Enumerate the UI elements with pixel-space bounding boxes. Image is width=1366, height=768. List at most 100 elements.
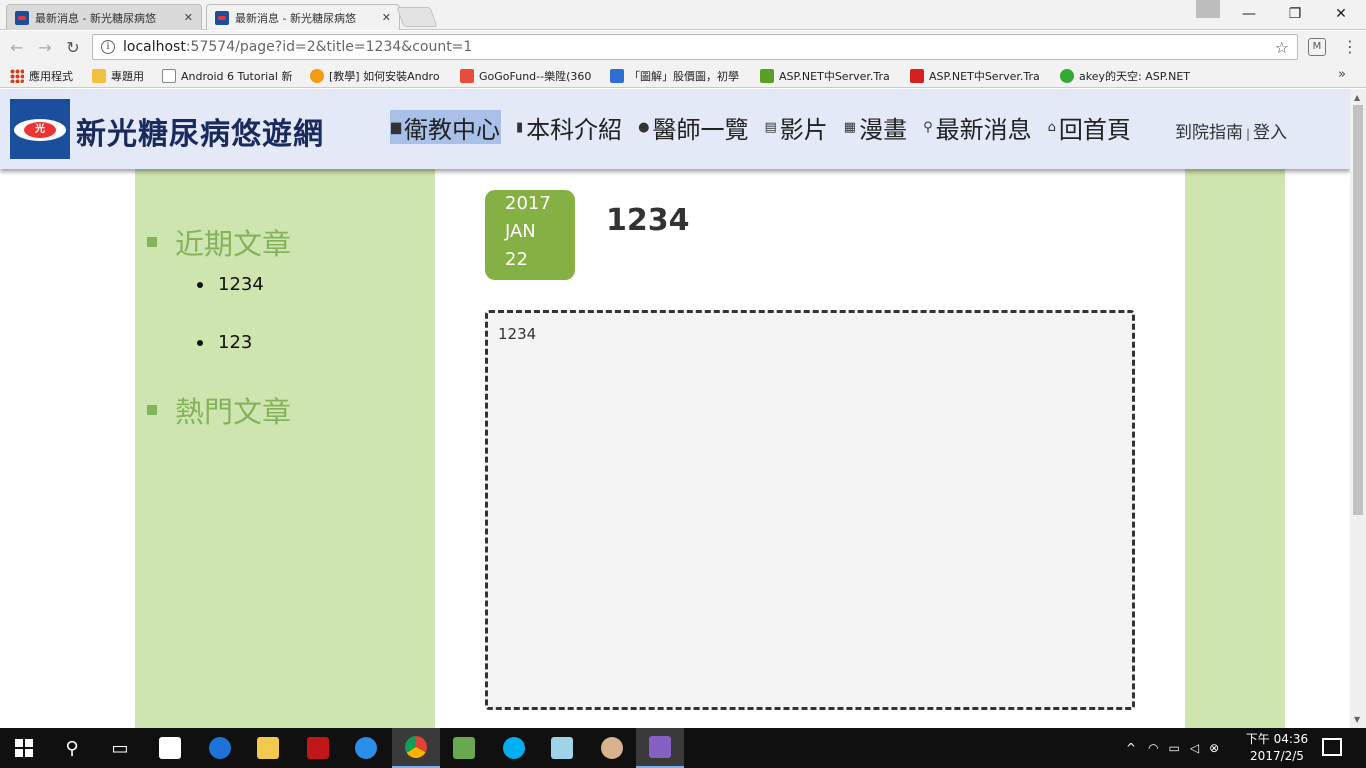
bookmark-icon: ▮: [516, 119, 524, 135]
bookmark-folder[interactable]: 專題用: [92, 67, 154, 85]
search-taskbar-button[interactable]: ⚲: [48, 728, 96, 768]
new-tab-button[interactable]: [396, 7, 438, 27]
ime-icon[interactable]: ⊗: [1209, 741, 1219, 755]
task-view-button[interactable]: ▭: [96, 728, 144, 768]
notification-icon[interactable]: [1322, 738, 1342, 756]
bookmark-item[interactable]: [教學] 如何安裝Andro: [310, 67, 450, 85]
taskbar-store[interactable]: [146, 728, 194, 768]
extension-icon[interactable]: M: [1308, 38, 1326, 56]
bookmark-star-icon[interactable]: ☆: [1275, 38, 1289, 57]
site-title[interactable]: 新光糖尿病悠遊網: [76, 109, 324, 153]
bookmark-item[interactable]: Android 6 Tutorial 新: [162, 67, 298, 85]
info-icon[interactable]: i: [101, 40, 115, 54]
wifi-icon[interactable]: ◠: [1148, 741, 1158, 755]
scroll-up-icon[interactable]: ▲: [1354, 93, 1360, 102]
tab-close-icon[interactable]: ✕: [382, 11, 391, 24]
film-icon: ▤: [764, 119, 777, 135]
minimize-button[interactable]: —: [1226, 0, 1272, 28]
page-viewport: 近期文章 1234 123 熱門文章 2017 JAN 22 1234 1234…: [0, 89, 1350, 728]
tab-close-icon[interactable]: ✕: [184, 11, 193, 24]
site-icon: [910, 69, 924, 83]
more-bookmarks-icon[interactable]: »: [1338, 67, 1346, 82]
taskbar-explorer[interactable]: [244, 728, 292, 768]
taskbar-visual-studio[interactable]: [636, 728, 684, 768]
article-title: 1234: [606, 203, 690, 238]
nav-label: 醫師一覽: [652, 115, 749, 144]
nav-comics[interactable]: ▦ 漫畫: [843, 110, 908, 144]
taskbar-app-2[interactable]: [538, 728, 586, 768]
system-tray: ^ ◠ ▭ ◁ ⊗: [1126, 728, 1219, 768]
site-favicon-icon: [15, 10, 29, 25]
profile-icon[interactable]: [1196, 0, 1220, 18]
site-favicon-icon: [215, 10, 229, 25]
app-icon: [307, 737, 329, 759]
hospital-logo-icon[interactable]: 光: [10, 99, 70, 159]
store-icon: [159, 737, 181, 759]
app-icon: [551, 737, 573, 759]
book-icon: ▆: [391, 119, 401, 135]
bookmarks-bar: 應用程式 專題用 Android 6 Tutorial 新 [教學] 如何安裝A…: [0, 63, 1366, 88]
popular-posts-heading: 熱門文章: [147, 389, 291, 431]
nav-label: 衛教中心: [404, 115, 500, 144]
battery-icon[interactable]: ▭: [1169, 741, 1180, 755]
taskbar-app[interactable]: [294, 728, 342, 768]
apps-grid-icon: [10, 69, 24, 83]
url-path: :57574/page?id=2&title=1234&count=1: [185, 39, 473, 55]
user-icon: ●: [638, 119, 650, 135]
forward-arrow-icon[interactable]: →: [34, 36, 56, 58]
reload-icon[interactable]: ↻: [62, 36, 84, 58]
browser-tab-1[interactable]: 最新消息 - 新光糖尿病悠 ✕: [6, 4, 202, 30]
chevron-up-icon[interactable]: ^: [1126, 741, 1136, 755]
bookmark-label: Android 6 Tutorial 新: [181, 70, 293, 83]
nav-home[interactable]: ⌂ 回首頁: [1047, 110, 1132, 144]
nav-department-intro[interactable]: ▮ 本科介紹: [515, 110, 623, 144]
taskbar-paint[interactable]: [588, 728, 636, 768]
address-bar[interactable]: i localhost:57574/page?id=2&title=1234&c…: [92, 34, 1298, 60]
close-window-button[interactable]: ✕: [1318, 0, 1364, 28]
taskbar-skype[interactable]: [490, 728, 538, 768]
bookmark-item[interactable]: GoGoFund--樂陞(360: [460, 67, 600, 85]
clock-date: 2017/2/5: [1250, 749, 1304, 763]
recent-post-link[interactable]: 1234: [197, 274, 264, 295]
recent-post-link[interactable]: 123: [197, 332, 252, 353]
page-scrollbar[interactable]: ▲ ▼: [1350, 89, 1366, 728]
task-view-icon: ▭: [111, 737, 129, 759]
nav-doctors[interactable]: ● 醫師一覽: [637, 110, 749, 144]
bookmark-item[interactable]: 「圖解」股價圖，初學: [610, 67, 750, 85]
browser-tabstrip: 最新消息 - 新光糖尿病悠 ✕ 最新消息 - 新光糖尿病悠 ✕ — ❐ ✕: [0, 0, 1366, 30]
taskbar-chart-app[interactable]: [440, 728, 488, 768]
browser-tab-title: 最新消息 - 新光糖尿病悠: [235, 11, 356, 25]
taskbar-clock[interactable]: 下午 04:36 2017/2/5: [1242, 731, 1312, 765]
page-icon: [162, 69, 176, 83]
scrollbar-thumb[interactable]: [1353, 105, 1363, 515]
nav-videos[interactable]: ▤ 影片: [764, 110, 829, 144]
utility-links: 到院指南 | 登入: [1175, 118, 1287, 143]
volume-icon[interactable]: ◁: [1190, 741, 1199, 755]
back-arrow-icon[interactable]: ←: [6, 36, 28, 58]
login-link[interactable]: 登入: [1253, 123, 1287, 143]
nav-news[interactable]: ⚲ 最新消息: [922, 110, 1033, 144]
bookmark-apps[interactable]: 應用程式: [10, 67, 86, 85]
chart-app-icon: [453, 737, 475, 759]
date-badge: 2017 JAN 22: [485, 190, 575, 280]
skype-icon: [503, 737, 525, 759]
nav-health-education[interactable]: ▆ 衛教中心: [390, 110, 501, 144]
taskbar-ie[interactable]: [342, 728, 390, 768]
sidebar: 近期文章 1234 123 熱門文章: [135, 169, 435, 728]
scroll-down-icon[interactable]: ▼: [1354, 715, 1360, 724]
date-year: 2017: [505, 193, 551, 214]
taskbar-chrome[interactable]: [392, 728, 440, 768]
hospital-guide-link[interactable]: 到院指南: [1175, 123, 1243, 143]
browser-menu-icon[interactable]: ⋮: [1342, 37, 1358, 56]
bookmark-item[interactable]: akey的天空: ASP.NET: [1060, 67, 1200, 85]
edge-icon: [209, 737, 231, 759]
square-bullet-icon: [147, 237, 157, 247]
restore-button[interactable]: ❐: [1272, 0, 1318, 28]
folder-icon: [92, 69, 106, 83]
bookmark-item[interactable]: ASP.NET中Server.Tra: [910, 67, 1050, 85]
start-button[interactable]: [0, 728, 48, 768]
bookmark-label: GoGoFund--樂陞(360: [479, 70, 592, 83]
browser-tab-2[interactable]: 最新消息 - 新光糖尿病悠 ✕: [206, 4, 400, 30]
bookmark-item[interactable]: ASP.NET中Server.Tra: [760, 67, 900, 85]
taskbar-edge[interactable]: [196, 728, 244, 768]
